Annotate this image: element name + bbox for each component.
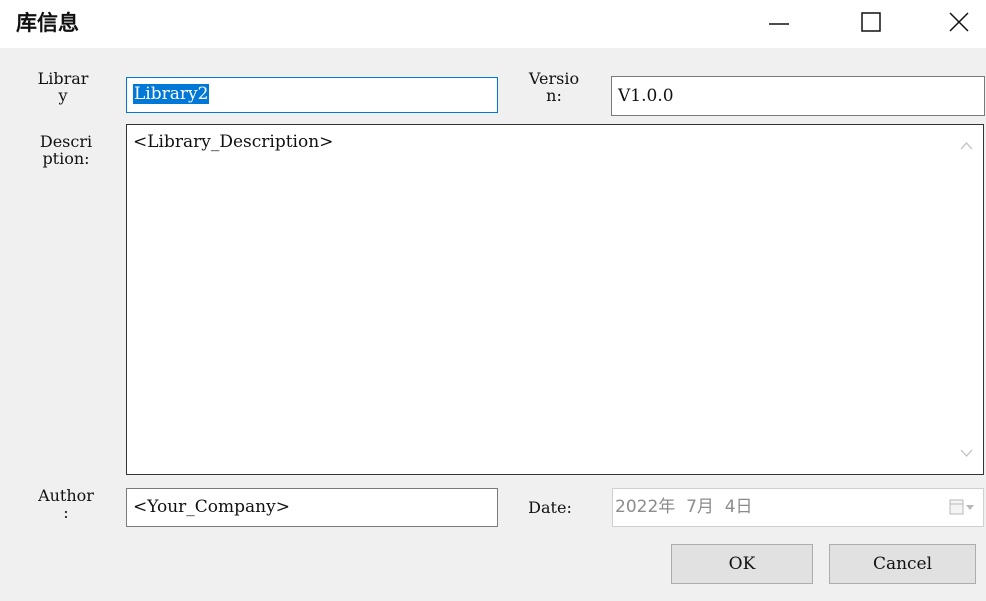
minimize-button[interactable] xyxy=(756,0,802,44)
date-picker[interactable]: 2022年 7月 4日 xyxy=(612,488,984,527)
date-value: 2022年 7月 4日 xyxy=(615,497,753,517)
date-label: Date: xyxy=(528,498,572,517)
maximize-button[interactable] xyxy=(848,0,894,44)
author-label: Author : xyxy=(38,486,94,522)
close-button[interactable] xyxy=(936,0,982,44)
calendar-dropdown-icon[interactable] xyxy=(949,499,975,516)
vertical-scrollbar[interactable] xyxy=(950,125,983,474)
maximize-icon xyxy=(861,12,881,32)
ok-button[interactable]: OK xyxy=(671,544,813,584)
library-name-value: Library2 xyxy=(133,84,210,104)
description-label: Descri ption: xyxy=(39,132,93,168)
description-textarea[interactable]: <Library_Description> xyxy=(126,124,984,475)
version-value: V1.0.0 xyxy=(618,86,674,106)
library-label: Librar y xyxy=(37,69,89,105)
scroll-up-arrow-icon[interactable] xyxy=(960,141,973,150)
author-value: <Your_Company> xyxy=(133,497,290,517)
library-name-input[interactable]: Library2 xyxy=(126,77,498,113)
minimize-icon xyxy=(769,23,789,25)
close-icon xyxy=(949,12,969,32)
title-bar: 库信息 xyxy=(0,0,986,48)
author-input[interactable]: <Your_Company> xyxy=(126,488,498,527)
description-value: <Library_Description> xyxy=(133,132,334,152)
cancel-button[interactable]: Cancel xyxy=(829,544,976,584)
scroll-down-arrow-icon[interactable] xyxy=(960,449,973,458)
version-label: Versio n: xyxy=(528,69,580,105)
window-title: 库信息 xyxy=(16,11,79,35)
version-input[interactable]: V1.0.0 xyxy=(611,76,985,116)
